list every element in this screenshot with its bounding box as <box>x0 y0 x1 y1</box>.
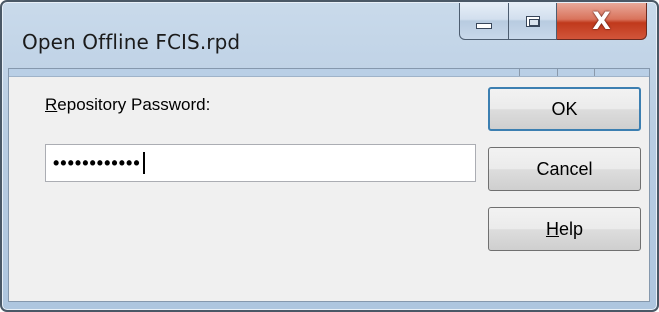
strip-divider <box>557 69 558 76</box>
dialog-body: Repository Password: •••••••••••• OK Can… <box>8 68 650 302</box>
close-icon: X <box>592 7 611 35</box>
repository-password-label: Repository Password: <box>45 95 210 115</box>
strip-divider <box>594 69 595 76</box>
minimize-icon <box>476 23 492 29</box>
close-button[interactable]: X <box>557 3 647 40</box>
help-label-text: elp <box>558 218 584 239</box>
repository-password-field[interactable]: •••••••••••• <box>45 144 476 182</box>
maximize-button[interactable] <box>509 3 557 40</box>
caption-buttons: X <box>459 3 647 40</box>
background-window-strip <box>9 69 649 77</box>
password-label-accesskey: R <box>45 95 58 114</box>
window-title: Open Offline FCIS.rpd <box>22 30 241 54</box>
ok-button[interactable]: OK <box>488 87 641 131</box>
text-caret <box>142 152 145 174</box>
password-mask: •••••••••••• <box>53 152 141 173</box>
dialog-window: Open Offline FCIS.rpd X Repository Passw… <box>0 0 659 312</box>
minimize-button[interactable] <box>459 3 509 40</box>
title-bar[interactable]: Open Offline FCIS.rpd X <box>2 2 657 68</box>
help-button[interactable]: Help <box>488 207 641 251</box>
help-accesskey: H <box>545 218 559 239</box>
strip-divider <box>519 69 520 76</box>
maximize-icon <box>525 15 540 27</box>
cancel-button[interactable]: Cancel <box>488 147 641 191</box>
password-label-text: epository Password: <box>57 95 211 114</box>
